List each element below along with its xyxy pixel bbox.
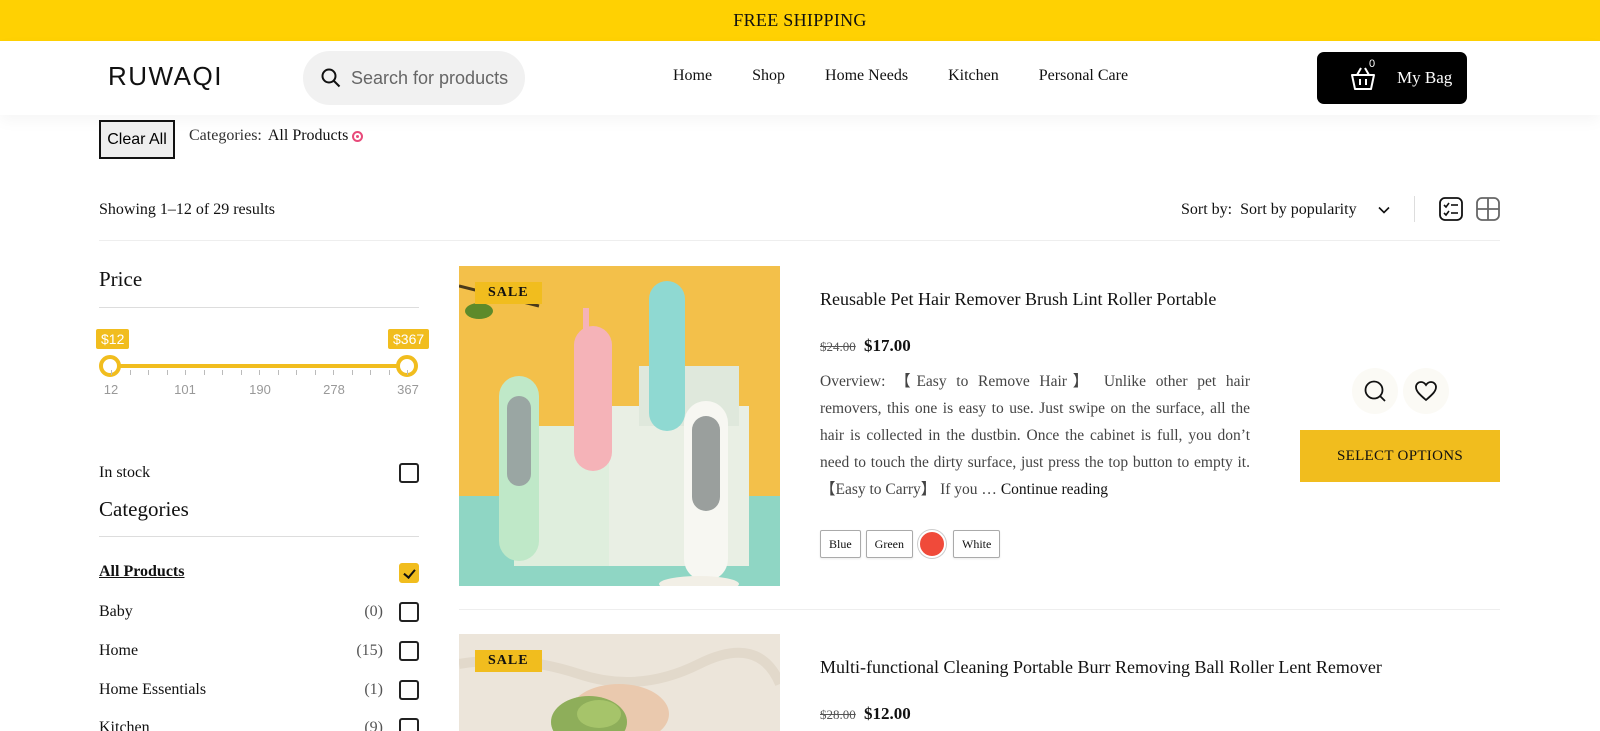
category-checkbox-home-essentials[interactable] <box>399 680 419 700</box>
price-slider-track[interactable] <box>110 364 407 368</box>
sale-badge: SALE <box>475 282 542 304</box>
category-checkbox-baby[interactable] <box>399 602 419 622</box>
heart-icon <box>1415 381 1437 402</box>
site-logo[interactable]: RUWAQI <box>108 61 223 92</box>
nav-personal-care[interactable]: Personal Care <box>1039 67 1128 85</box>
sort-value: Sort by popularity <box>1240 201 1357 218</box>
swatch-white[interactable]: White <box>953 530 1001 558</box>
quick-view-button[interactable] <box>1352 368 1398 414</box>
price-min-handle[interactable] <box>99 355 121 377</box>
category-count: (15) <box>356 642 383 659</box>
site-header: RUWAQI Home Shop Home Needs Kitchen Pers… <box>0 41 1600 115</box>
bag-label: My Bag <box>1397 68 1453 87</box>
promo-bar: FREE SHIPPING <box>0 0 1600 41</box>
category-home-essentials[interactable]: Home Essentials <box>99 681 206 699</box>
in-stock-label: In stock <box>99 464 151 481</box>
price-min-label: $12 <box>96 329 130 349</box>
price-divider <box>99 307 419 308</box>
toolbar-divider <box>1414 196 1415 222</box>
product-image[interactable]: SALE <box>459 266 780 586</box>
clear-all-button[interactable]: Clear All <box>99 120 175 159</box>
product-image[interactable]: SALE <box>459 634 780 731</box>
category-checkbox-all-products[interactable] <box>399 563 419 583</box>
active-filter-value: All Products <box>267 127 349 144</box>
lint-roller-photo <box>459 266 780 586</box>
results-count: Showing 1–12 of 29 results <box>99 201 275 218</box>
category-count: (0) <box>364 603 383 620</box>
in-stock-checkbox[interactable] <box>399 463 419 483</box>
category-home[interactable]: Home <box>99 642 138 660</box>
promo-text: FREE SHIPPING <box>733 10 867 30</box>
price-title: Price <box>99 267 143 291</box>
price-tick-label: 12 <box>103 382 119 397</box>
sort-select[interactable]: Sort by: Sort by popularity <box>1181 201 1391 219</box>
product-divider <box>459 609 1500 610</box>
product-title[interactable]: Reusable Pet Hair Remover Brush Lint Rol… <box>820 289 1216 310</box>
list-view-icon[interactable] <box>1438 196 1464 222</box>
price-tick-label: 101 <box>174 382 196 397</box>
swatch-blue[interactable]: Blue <box>820 530 861 558</box>
category-baby[interactable]: Baby <box>99 603 133 621</box>
my-bag-button[interactable]: 0 My Bag <box>1317 52 1467 104</box>
select-options-button[interactable]: SELECT OPTIONS <box>1300 430 1500 482</box>
continue-reading-link[interactable]: Continue reading <box>1001 481 1108 498</box>
category-checkbox-kitchen[interactable] <box>399 718 419 731</box>
categories-title: Categories <box>99 497 189 521</box>
color-swatches: Blue Green White <box>820 530 1005 558</box>
product-price: $17.00 <box>864 336 911 355</box>
remove-filter-icon[interactable] <box>352 130 364 142</box>
toolbar-divider-line <box>99 240 1500 241</box>
product-old-price: $28.00 <box>820 707 856 722</box>
sort-label: Sort by: <box>1181 201 1233 218</box>
price-max-label: $367 <box>388 329 430 349</box>
bag-count: 0 <box>1369 58 1376 70</box>
chevron-down-icon <box>1377 206 1390 214</box>
active-filter-label: Categories: <box>189 127 262 144</box>
sale-badge: SALE <box>475 650 542 672</box>
price-tick-label: 190 <box>249 382 271 397</box>
category-count: (1) <box>364 681 383 698</box>
search-icon[interactable] <box>321 68 341 88</box>
category-all-products[interactable]: All Products <box>99 563 184 581</box>
price-tick-label: 278 <box>323 382 345 397</box>
product-price: $12.00 <box>864 704 911 723</box>
nav-home-needs[interactable]: Home Needs <box>825 67 908 85</box>
grid-view-icon[interactable] <box>1475 196 1501 222</box>
category-kitchen[interactable]: Kitchen <box>99 719 150 731</box>
nav-shop[interactable]: Shop <box>752 67 785 85</box>
category-checkbox-home[interactable] <box>399 641 419 661</box>
swatch-red[interactable] <box>918 530 946 558</box>
price-tick-label: 367 <box>397 382 419 397</box>
search-box[interactable] <box>303 51 525 105</box>
main-nav: Home Shop Home Needs Kitchen Personal Ca… <box>673 67 1168 85</box>
search-icon <box>1364 380 1386 402</box>
product-title[interactable]: Multi-functional Cleaning Portable Burr … <box>820 657 1382 678</box>
categories-divider <box>99 536 419 537</box>
burr-remover-photo <box>459 634 780 731</box>
search-input[interactable] <box>351 67 521 89</box>
swatch-green[interactable]: Green <box>865 530 913 558</box>
product-old-price: $24.00 <box>820 339 856 354</box>
nav-home[interactable]: Home <box>673 67 712 85</box>
nav-kitchen[interactable]: Kitchen <box>948 67 999 85</box>
category-count: (9) <box>364 719 383 731</box>
active-filter: Categories: All Products <box>189 127 364 145</box>
product-description-text: Overview: 【Easy to Remove Hair】 Unlike o… <box>820 373 1250 498</box>
wishlist-button[interactable] <box>1403 368 1449 414</box>
product-description: Overview: 【Easy to Remove Hair】 Unlike o… <box>820 368 1250 503</box>
